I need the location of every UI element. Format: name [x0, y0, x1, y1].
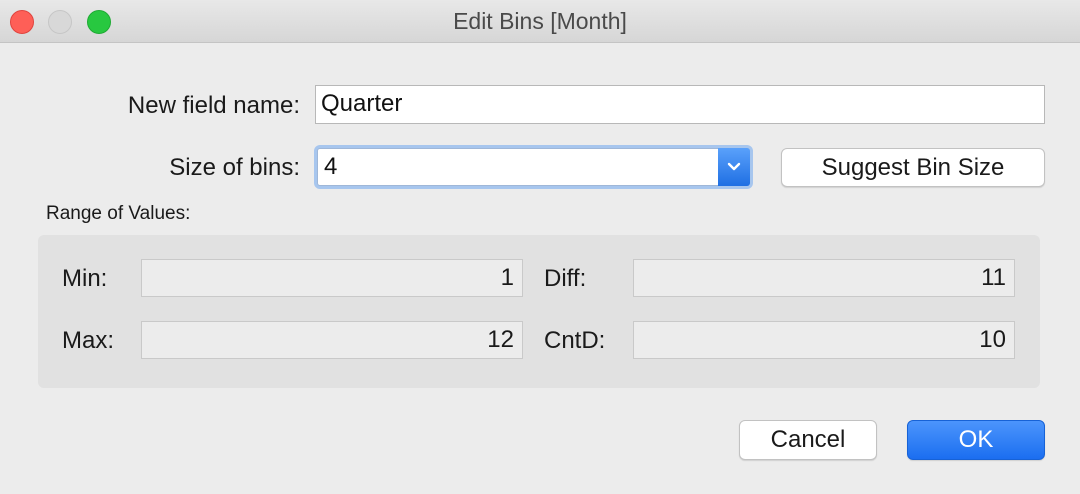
- min-value-field: 1: [141, 259, 523, 297]
- diff-value-field: 11: [633, 259, 1015, 297]
- edit-bins-dialog: Edit Bins [Month] New field name: Quarte…: [0, 0, 1080, 494]
- window-title: Edit Bins [Month]: [453, 8, 627, 34]
- bin-size-combobox[interactable]: 4: [317, 148, 750, 186]
- bin-size-label: Size of bins:: [169, 154, 300, 181]
- bin-size-value: 4: [324, 153, 338, 180]
- cntd-label: CntD:: [544, 327, 606, 354]
- field-name-label: New field name:: [127, 92, 300, 119]
- field-name-input[interactable]: Quarter: [315, 85, 1045, 124]
- range-heading: Range of Values:: [46, 203, 191, 224]
- title-bar[interactable]: Edit Bins [Month]: [0, 0, 1080, 43]
- max-value-field: 12: [141, 321, 523, 359]
- cntd-value-field: 10: [633, 321, 1015, 359]
- ok-button[interactable]: OK: [907, 420, 1045, 460]
- cancel-button[interactable]: Cancel: [739, 420, 877, 460]
- range-of-values-panel: [38, 235, 1040, 388]
- diff-label: Diff:: [544, 265, 587, 292]
- min-label: Min:: [62, 265, 108, 292]
- max-label: Max:: [62, 327, 115, 354]
- suggest-bin-size-button[interactable]: Suggest Bin Size: [781, 148, 1045, 187]
- chevron-down-icon[interactable]: [718, 148, 750, 186]
